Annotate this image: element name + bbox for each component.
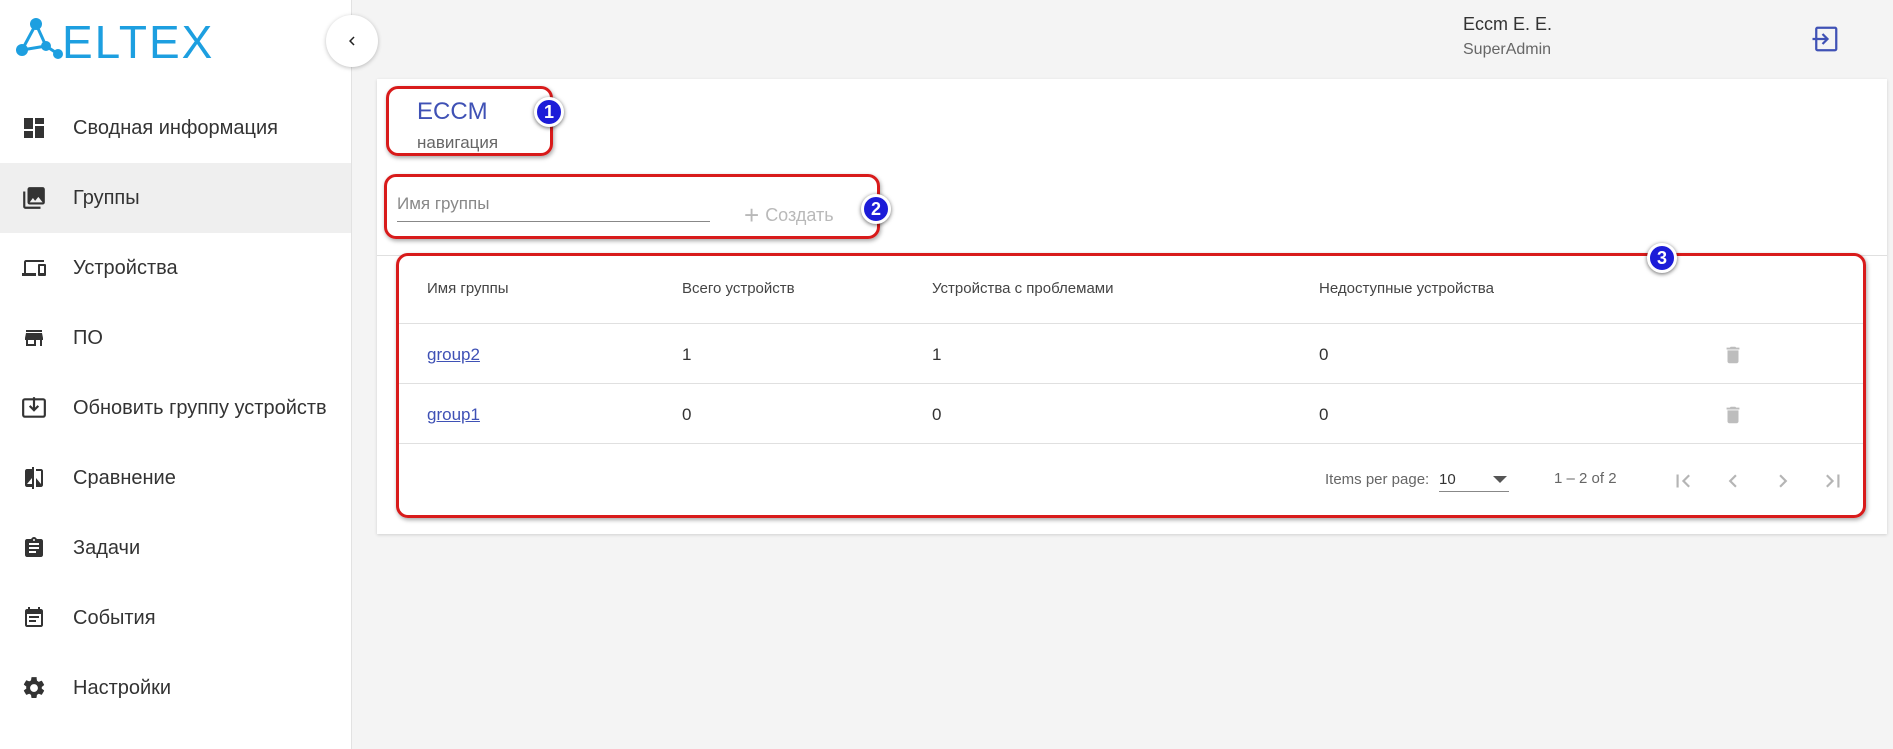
annotation-badge-3: 3 — [1647, 243, 1677, 273]
sidebar-item-label: Сводная информация — [73, 116, 278, 139]
devices-icon — [20, 254, 48, 282]
clipboard-icon — [20, 534, 48, 562]
store-icon — [20, 324, 48, 352]
sidebar-item-dashboard[interactable]: Сводная информация — [0, 93, 351, 163]
sidebar-item-label: Сравнение — [73, 466, 176, 489]
sidebar-item-compare[interactable]: Сравнение — [0, 443, 351, 513]
problem-devices-cell: 0 — [932, 405, 942, 424]
sidebar-item-label: Обновить группу устройств — [73, 396, 327, 419]
page-size-select[interactable]: 10 — [1439, 466, 1509, 492]
groups-card — [377, 79, 1887, 534]
column-header-name[interactable]: Имя группы — [427, 280, 509, 297]
sidebar-collapse-button[interactable] — [326, 15, 378, 67]
sidebar-item-tasks[interactable]: Задачи — [0, 513, 351, 583]
annotation-badge-1: 1 — [534, 97, 564, 127]
items-per-page-label: Items per page: — [1325, 471, 1430, 488]
sidebar-item-label: Настройки — [73, 676, 172, 699]
sidebar-item-software[interactable]: ПО — [0, 303, 351, 373]
problem-devices-cell: 1 — [932, 345, 942, 364]
group-link[interactable]: group1 — [427, 405, 480, 425]
user-role: SuperAdmin — [1463, 41, 1552, 58]
dashboard-icon — [20, 114, 48, 142]
sidebar-item-events[interactable]: События — [0, 583, 351, 653]
sidebar-item-label: Задачи — [73, 536, 141, 559]
last-page-button[interactable] — [1818, 466, 1848, 496]
last-page-icon — [1826, 474, 1840, 488]
prev-page-button[interactable] — [1718, 466, 1748, 496]
delete-icon[interactable] — [1720, 340, 1746, 370]
page-title: ECCM — [417, 98, 488, 125]
create-button-label: Создать — [765, 204, 834, 225]
svg-text:ELTEX: ELTEX — [62, 16, 214, 66]
prev-page-icon — [1728, 474, 1737, 488]
annotation-badge-2: 2 — [861, 194, 891, 224]
create-group-button[interactable]: + Создать — [744, 202, 834, 228]
logout-icon — [1812, 26, 1838, 52]
unavailable-devices-cell: 0 — [1319, 345, 1329, 364]
total-devices-cell: 1 — [682, 345, 692, 364]
column-header-problems[interactable]: Устройства с проблемами — [932, 280, 1113, 297]
group-name-input[interactable] — [397, 193, 710, 222]
row-divider — [398, 383, 1864, 384]
next-page-icon — [1779, 474, 1788, 488]
row-divider — [398, 443, 1864, 444]
page-range-label: 1 – 2 of 2 — [1554, 470, 1617, 487]
sidebar-item-update-group[interactable]: Обновить группу устройств — [0, 373, 351, 443]
download-box-icon — [20, 394, 48, 422]
next-page-button[interactable] — [1768, 466, 1798, 496]
first-page-icon — [1676, 474, 1690, 488]
sidebar-item-label: Устройства — [73, 256, 178, 279]
column-header-total[interactable]: Всего устройств — [682, 280, 795, 297]
compare-icon — [20, 464, 48, 492]
sidebar-item-groups[interactable]: Группы — [0, 163, 351, 233]
table-header-divider — [398, 323, 1864, 324]
sidebar-item-devices[interactable]: Устройства — [0, 233, 351, 303]
first-page-button[interactable] — [1668, 466, 1698, 496]
chevron-left-icon — [349, 36, 355, 46]
event-note-icon — [20, 604, 48, 632]
eltex-logo: ELTEX — [16, 16, 214, 66]
page-subtitle: навигация — [417, 133, 499, 152]
sidebar-nav: Сводная информация Группы Устройства ПО … — [0, 93, 351, 723]
plus-icon: + — [744, 200, 760, 230]
sidebar-item-label: ПО — [73, 326, 103, 349]
sidebar-item-label: Группы — [73, 186, 140, 209]
page-size-value: 10 — [1439, 471, 1456, 488]
column-header-unavailable[interactable]: Недоступные устройства — [1319, 280, 1494, 297]
total-devices-cell: 0 — [682, 405, 692, 424]
sidebar: ELTEX Сводная информация Группы Устройст… — [0, 0, 352, 749]
user-name: Eccm E. E. — [1463, 14, 1553, 34]
gear-icon — [20, 674, 48, 702]
group-link[interactable]: group2 — [427, 345, 480, 365]
photo-library-icon — [20, 184, 48, 212]
sidebar-item-settings[interactable]: Настройки — [0, 653, 351, 723]
unavailable-devices-cell: 0 — [1319, 405, 1329, 424]
sidebar-item-label: События — [73, 606, 156, 629]
logout-button[interactable] — [1810, 24, 1840, 54]
delete-icon[interactable] — [1720, 400, 1746, 430]
dropdown-arrow-icon — [1493, 476, 1507, 483]
